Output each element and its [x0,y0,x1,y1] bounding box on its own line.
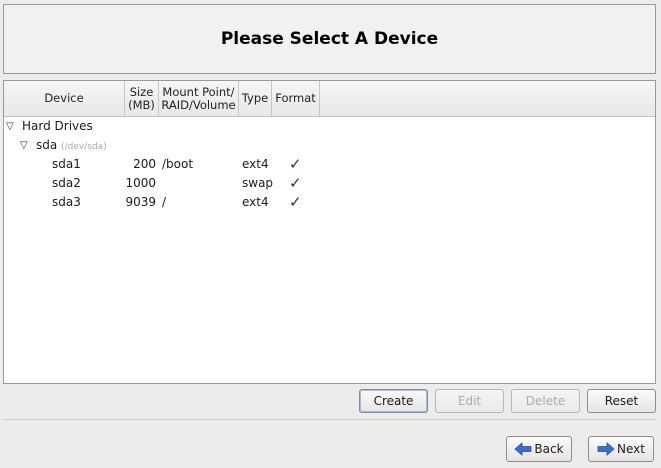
table-row[interactable]: sda1 200 /boot ext4 ✓ [4,155,655,174]
page-title: Please Select A Device [220,29,439,49]
back-button[interactable]: Back [506,436,572,462]
disk-label: sda (/dev/sda) [36,136,107,155]
arrow-right-icon [597,442,615,456]
partition-size: 200 [133,157,156,171]
create-button[interactable]: Create [359,389,428,413]
column-header-device[interactable]: Device [4,81,125,116]
partition-size: 9039 [125,195,156,209]
check-icon: ✓ [289,155,302,173]
partition-type: swap [242,176,274,190]
column-header-row: Device Size (MB) Mount Point/ RAID/Volum… [4,81,655,117]
back-label: Back [534,442,564,456]
column-header-mount-point[interactable]: Mount Point/ RAID/Volume [159,81,239,116]
tree-row-hard-drives[interactable]: ▽ Hard Drives [4,117,655,136]
tree-row-disk-sda[interactable]: ▽ sda (/dev/sda) [4,136,655,155]
partition-type: ext4 [242,195,269,209]
check-icon: ✓ [289,193,302,211]
header-panel: Please Select A Device [3,4,656,74]
partition-device: sda3 [52,195,81,209]
triangle-down-icon[interactable]: ▽ [20,136,28,155]
column-header-size[interactable]: Size (MB) [125,81,159,116]
table-row[interactable]: sda3 9039 / ext4 ✓ [4,193,655,212]
partition-size: 1000 [125,176,156,190]
table-row[interactable]: sda2 1000 swap ✓ [4,174,655,193]
next-button[interactable]: Next [588,436,654,462]
next-label: Next [617,442,645,456]
edit-button[interactable]: Edit [435,389,504,413]
partition-type: ext4 [242,157,269,171]
partition-mount: / [162,195,167,209]
partition-mount: /boot [162,157,194,171]
delete-button[interactable]: Delete [511,389,580,413]
device-tree-view[interactable]: Device Size (MB) Mount Point/ RAID/Volum… [3,80,656,384]
column-header-format[interactable]: Format [272,81,320,116]
partition-device: sda1 [52,157,81,171]
separator [3,419,656,420]
check-icon: ✓ [289,174,302,192]
partition-device: sda2 [52,176,81,190]
column-header-type[interactable]: Type [239,81,272,116]
disk-path: (/dev/sda) [61,142,107,152]
triangle-down-icon[interactable]: ▽ [6,117,14,136]
reset-button[interactable]: Reset [587,389,656,413]
arrow-left-icon [514,442,532,456]
disk-name: sda [36,138,58,152]
group-label: Hard Drives [22,119,93,133]
